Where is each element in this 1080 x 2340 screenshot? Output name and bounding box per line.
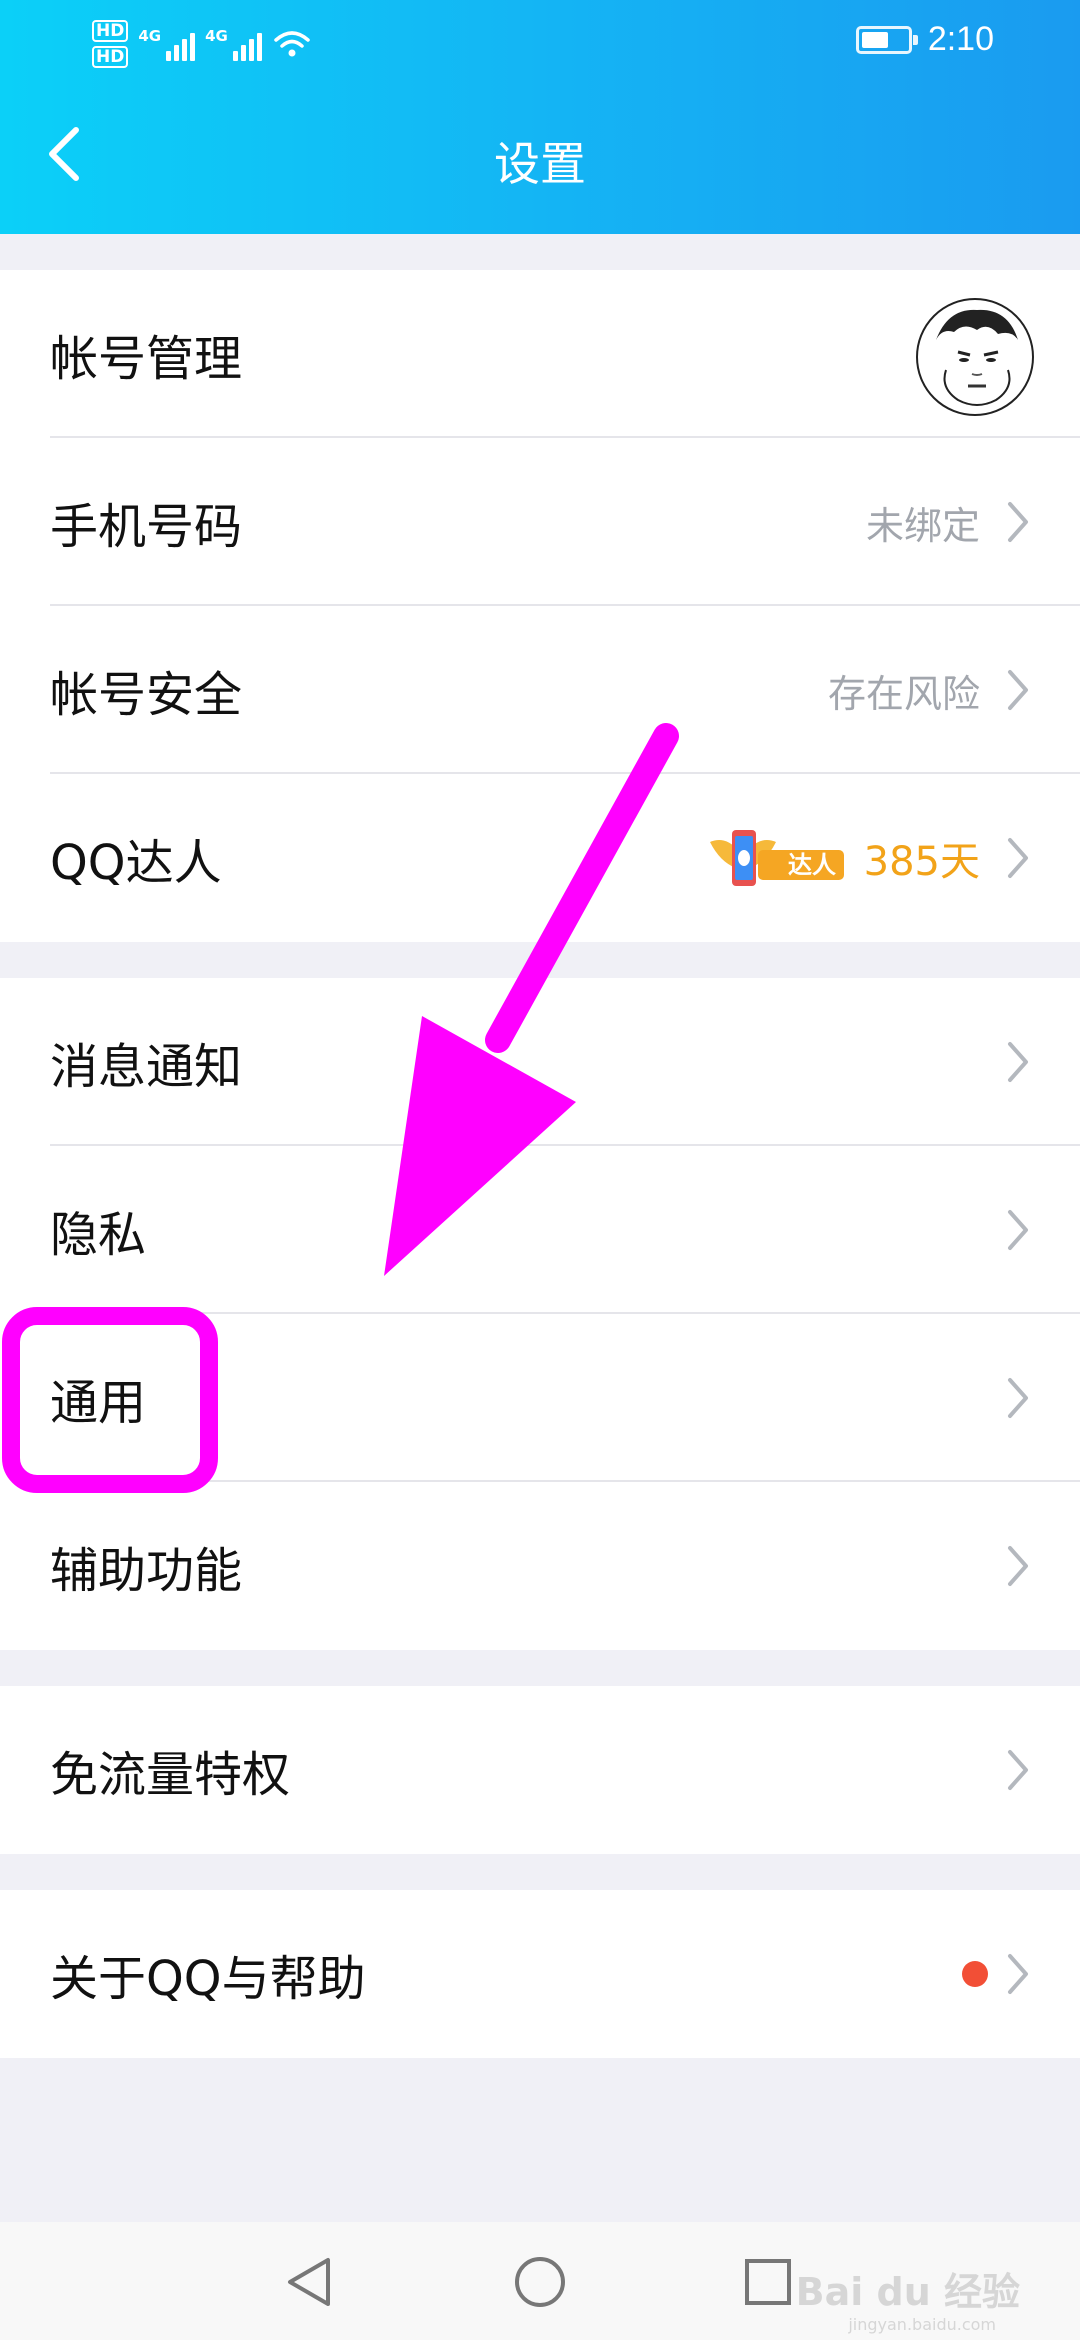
- red-dot-indicator: [962, 1961, 988, 1987]
- item-label: 消息通知: [50, 1039, 243, 1095]
- signal-icon: 4G: [205, 27, 262, 61]
- settings-item-general[interactable]: 通用: [0, 1314, 1080, 1482]
- chevron-right-icon: [1008, 1210, 1028, 1250]
- item-label: 帐号管理: [50, 331, 243, 387]
- item-label: 通用: [50, 1375, 147, 1431]
- chevron-right-icon: [1008, 1546, 1028, 1586]
- item-label: 关于QQ与帮助: [50, 1951, 366, 2007]
- settings-item-phone-number[interactable]: 手机号码 未绑定: [0, 438, 1080, 606]
- settings-group-data: 免流量特权: [0, 1686, 1080, 1854]
- item-label: 辅助功能: [50, 1543, 243, 1599]
- chevron-right-icon: [1008, 502, 1028, 542]
- recents-square-icon[interactable]: [738, 2252, 798, 2312]
- wifi-icon: [274, 31, 310, 57]
- status-bar-right: 2:10: [855, 20, 994, 59]
- settings-group-about: 关于QQ与帮助: [0, 1890, 1080, 2058]
- system-navigation-bar: Bai du 经验 jingyan.baidu.com: [0, 2222, 1080, 2340]
- chevron-right-icon: [1008, 1042, 1028, 1082]
- chevron-right-icon: [1008, 1378, 1028, 1418]
- item-value: 未绑定: [865, 503, 980, 548]
- chevron-right-icon: [1008, 670, 1028, 710]
- hd-indicators: HD HD: [92, 20, 129, 68]
- chevron-right-icon: [1008, 1954, 1028, 1994]
- item-value: 存在风险: [827, 671, 980, 716]
- item-label: QQ达人: [50, 835, 222, 891]
- chevron-right-icon: [1008, 1750, 1028, 1790]
- settings-item-accessibility[interactable]: 辅助功能: [0, 1482, 1080, 1650]
- watermark-subtext: jingyan.baidu.com: [848, 2315, 996, 2334]
- page-title: 设置: [494, 137, 586, 191]
- item-value: 385天: [863, 839, 980, 885]
- settings-group-account: 帐号管理 手机号码 未绑定 帐号安全 存在风险 QQ达人 达人 385天: [0, 270, 1080, 942]
- settings-group-preferences: 消息通知 隐私 通用 辅助功能: [0, 978, 1080, 1650]
- watermark-text: Bai du 经验: [795, 2270, 1020, 2314]
- battery-icon: [855, 25, 918, 54]
- item-label: 隐私: [50, 1207, 147, 1263]
- settings-item-free-data[interactable]: 免流量特权: [0, 1686, 1080, 1854]
- hd-icon: HD: [92, 46, 129, 68]
- settings-item-notifications[interactable]: 消息通知: [0, 978, 1080, 1146]
- settings-item-account-management[interactable]: 帐号管理: [0, 270, 1080, 438]
- daren-badge-text: 达人: [788, 851, 836, 879]
- avatar: [916, 298, 1034, 416]
- battery-fill: [861, 31, 888, 48]
- daren-badge: 达人: [706, 828, 846, 892]
- item-label: 手机号码: [50, 499, 243, 555]
- item-label: 免流量特权: [50, 1747, 291, 1803]
- settings-item-qq-daren[interactable]: QQ达人 达人 385天: [0, 774, 1080, 942]
- clock: 2:10: [927, 20, 994, 58]
- home-circle-icon[interactable]: [510, 2252, 570, 2312]
- item-label: 帐号安全: [50, 667, 243, 723]
- chevron-right-icon: [1008, 838, 1028, 878]
- signal-icon: 4G: [138, 27, 196, 61]
- settings-item-privacy[interactable]: 隐私: [0, 1146, 1080, 1314]
- app-header: HD HD 4G 4G 2:10 设置: [0, 0, 1080, 234]
- network-type-label: 4G: [138, 27, 162, 45]
- back-triangle-icon[interactable]: [280, 2252, 340, 2312]
- status-bar-left: HD HD 4G 4G: [92, 14, 312, 74]
- hd-icon: HD: [92, 20, 129, 42]
- settings-item-about-help[interactable]: 关于QQ与帮助: [0, 1890, 1080, 2058]
- network-type-label: 4G: [205, 27, 228, 45]
- settings-item-account-security[interactable]: 帐号安全 存在风险: [0, 606, 1080, 774]
